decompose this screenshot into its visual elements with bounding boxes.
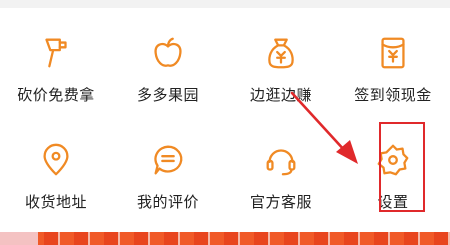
- comment-icon: [149, 141, 187, 179]
- bottom-banner: [0, 232, 450, 245]
- menu-item-label: 我的评价: [136, 193, 199, 211]
- menu-item-customer-service[interactable]: 官方客服: [225, 115, 337, 220]
- annotation-highlight-box: [379, 122, 425, 212]
- menu-item-orchard[interactable]: 多多果园: [112, 8, 224, 113]
- menu-item-label: 多多果园: [136, 86, 199, 104]
- menu-item-reviews[interactable]: 我的评价: [112, 115, 224, 220]
- menu-item-checkin-cash[interactable]: 签到领现金: [337, 8, 449, 113]
- menu-item-label: 砍价免费拿: [17, 86, 95, 104]
- menu-item-label: 收货地址: [24, 193, 87, 211]
- location-pin-icon: [37, 141, 75, 179]
- menu-item-bargain[interactable]: 砍价免费拿: [0, 8, 112, 113]
- menu-item-label: 签到领现金: [354, 86, 432, 104]
- headset-icon: [262, 141, 300, 179]
- menu-item-browse-earn[interactable]: 边逛边赚: [225, 8, 337, 113]
- menu-item-address[interactable]: 收货地址: [0, 115, 112, 220]
- top-divider: [0, 0, 450, 8]
- menu-item-label: 边逛边赚: [249, 86, 312, 104]
- red-envelope-icon: [374, 34, 412, 72]
- axe-icon: [37, 34, 75, 72]
- banner-pink-segment: [0, 232, 38, 245]
- menu-item-label: 官方客服: [249, 193, 312, 211]
- money-bag-icon: [262, 34, 300, 72]
- apple-icon: [149, 34, 187, 72]
